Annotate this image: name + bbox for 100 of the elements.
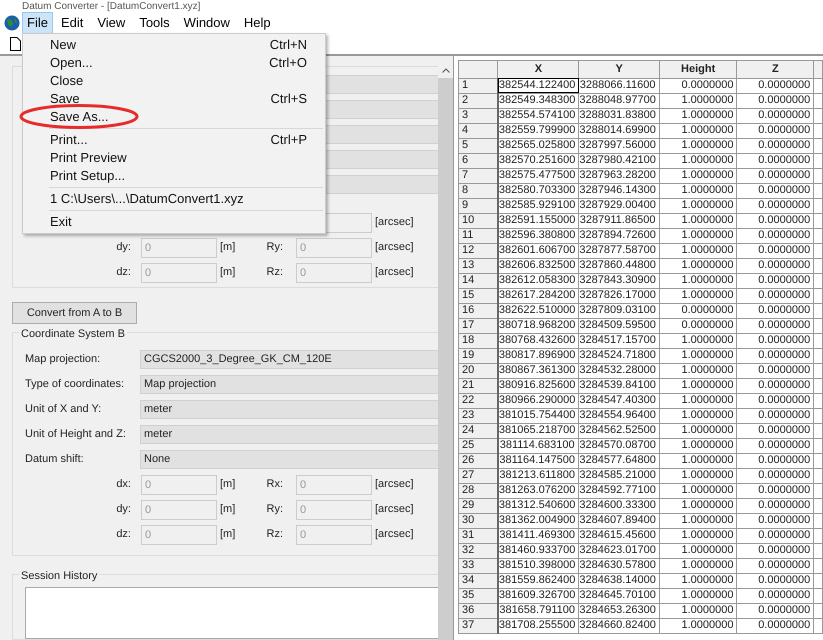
table-cell: 1.0000000 bbox=[659, 153, 737, 168]
row-header[interactable]: 30 bbox=[458, 513, 498, 528]
row-header[interactable]: 13 bbox=[458, 258, 498, 273]
row-header[interactable]: 27 bbox=[458, 468, 498, 483]
row-header[interactable]: 6 bbox=[458, 153, 498, 168]
table-cell: 3284630.57800 bbox=[578, 558, 660, 573]
menu-entry[interactable]: Print Preview bbox=[23, 149, 325, 167]
table-cell: 380916.825600 bbox=[498, 378, 579, 393]
row-header[interactable]: 24 bbox=[458, 423, 498, 438]
table-cell: 0.0000000 bbox=[736, 153, 814, 168]
row-header[interactable]: 10 bbox=[458, 213, 498, 228]
column-header[interactable]: X bbox=[498, 60, 579, 78]
table-cell: 0.0000000 bbox=[736, 483, 814, 498]
table-cell: 3287843.30900 bbox=[578, 273, 660, 288]
row-header[interactable]: 14 bbox=[458, 273, 498, 288]
menu-entry[interactable]: Save As... bbox=[23, 108, 325, 126]
row-header[interactable]: 4 bbox=[458, 123, 498, 138]
column-header[interactable]: Y bbox=[578, 60, 660, 78]
row-header[interactable]: 37 bbox=[458, 618, 498, 633]
table-cell: 3284600.33300 bbox=[578, 498, 660, 513]
table-cell: 1.0000000 bbox=[659, 483, 737, 498]
menu-entry[interactable]: Save Ctrl+S bbox=[23, 90, 325, 108]
menu-item[interactable]: Tools bbox=[133, 12, 176, 34]
row-header[interactable]: 26 bbox=[458, 453, 498, 468]
row-header[interactable]: 19 bbox=[458, 348, 498, 363]
table-cell: 3284547.40300 bbox=[578, 393, 660, 408]
row-header[interactable]: 25 bbox=[458, 438, 498, 453]
row-header[interactable]: 11 bbox=[458, 228, 498, 243]
row-header[interactable]: 23 bbox=[458, 408, 498, 423]
row-header[interactable]: 32 bbox=[458, 543, 498, 558]
field-label: Unit of Height and Z: bbox=[24, 427, 127, 442]
table-cell: 1.0000000 bbox=[659, 588, 737, 603]
table-cell: 1.0000000 bbox=[659, 213, 737, 228]
scroll-up-icon[interactable] bbox=[442, 68, 450, 72]
table-cell: 0.0000000 bbox=[736, 378, 814, 393]
menu-entry[interactable]: Exit bbox=[23, 213, 325, 231]
menu-item[interactable]: Help bbox=[238, 12, 277, 34]
row-header[interactable]: 34 bbox=[458, 573, 498, 588]
menu-entry[interactable]: 1 C:\Users\...\DatumConvert1.xyz bbox=[23, 190, 325, 208]
table-cell: 0.0000000 bbox=[736, 93, 814, 108]
dropdown-field[interactable]: meter bbox=[140, 400, 438, 419]
row-header[interactable]: 12 bbox=[458, 243, 498, 258]
unit-label: [m] bbox=[220, 528, 236, 540]
row-header[interactable]: 15 bbox=[458, 288, 498, 303]
convert-button[interactable]: Convert from A to B bbox=[12, 302, 137, 324]
table-cell: 382606.832500 bbox=[498, 258, 579, 273]
row-header[interactable]: 33 bbox=[458, 558, 498, 573]
column-header[interactable]: Z bbox=[736, 60, 814, 78]
unit-label: [arcsec] bbox=[374, 527, 414, 542]
menu-entry[interactable]: Close bbox=[23, 72, 325, 90]
table-cell: 381411.469300 bbox=[498, 528, 579, 543]
table-cell: 3284607.89400 bbox=[578, 513, 660, 528]
row-header[interactable]: 16 bbox=[458, 303, 498, 318]
row-header[interactable]: 36 bbox=[458, 603, 498, 618]
table-cell: 0.0000000 bbox=[659, 78, 737, 93]
table-cell: 380718.968200 bbox=[498, 318, 579, 333]
menu-entry[interactable]: New Ctrl+N bbox=[23, 36, 325, 54]
row-header[interactable]: 17 bbox=[458, 318, 498, 333]
menu-item[interactable]: Window bbox=[178, 12, 236, 34]
table-cell: 381114.683100 bbox=[498, 438, 579, 453]
row-header[interactable]: 20 bbox=[458, 363, 498, 378]
menu-entry[interactable]: Print Setup... bbox=[23, 167, 325, 185]
table-cell: 1.0000000 bbox=[659, 183, 737, 198]
table-cell: 3284524.71800 bbox=[578, 348, 660, 363]
table-cell: 0.0000000 bbox=[736, 273, 814, 288]
row-header[interactable]: 3 bbox=[458, 108, 498, 123]
table-cell: 3284570.08700 bbox=[578, 438, 660, 453]
menu-entry[interactable]: Print... Ctrl+P bbox=[23, 131, 325, 149]
table-cell: 0.0000000 bbox=[736, 318, 814, 333]
table-cell: 0.0000000 bbox=[736, 183, 814, 198]
unit-label: [m] bbox=[220, 241, 236, 254]
dropdown-field[interactable]: CGCS2000_3_Degree_GK_CM_120E bbox=[140, 350, 438, 369]
row-header[interactable]: 9 bbox=[458, 198, 498, 213]
dropdown-field[interactable]: None bbox=[140, 450, 438, 469]
row-header[interactable]: 5 bbox=[458, 138, 498, 153]
menu-entry[interactable]: Open... Ctrl+O bbox=[23, 54, 325, 72]
menu-item[interactable]: Edit bbox=[54, 12, 90, 34]
table-cell: 0.0000000 bbox=[736, 198, 814, 213]
scrollbar[interactable] bbox=[438, 62, 453, 640]
row-header[interactable]: 22 bbox=[458, 393, 498, 408]
dropdown-field[interactable]: Map projection bbox=[140, 375, 438, 394]
menu-item[interactable]: File bbox=[22, 12, 53, 34]
table-cell: 380867.361300 bbox=[498, 363, 579, 378]
row-header[interactable]: 35 bbox=[458, 588, 498, 603]
row-header[interactable]: 2 bbox=[458, 93, 498, 108]
row-header[interactable]: 31 bbox=[458, 528, 498, 543]
row-header[interactable]: 7 bbox=[458, 168, 498, 183]
dropdown-field[interactable]: meter bbox=[140, 425, 438, 444]
menu-item[interactable]: View bbox=[91, 12, 132, 34]
row-header[interactable]: 21 bbox=[458, 378, 498, 393]
table-cell: 0.0000000 bbox=[736, 423, 814, 438]
row-header[interactable]: 29 bbox=[458, 498, 498, 513]
row-header[interactable]: 18 bbox=[458, 333, 498, 348]
row-header[interactable]: 8 bbox=[458, 183, 498, 198]
row-header[interactable]: 1 bbox=[458, 78, 498, 93]
table-cell: 380768.432600 bbox=[498, 333, 579, 348]
table-cell: 3284562.52500 bbox=[578, 423, 660, 438]
history-text-area[interactable] bbox=[25, 587, 438, 639]
column-header[interactable]: Height bbox=[659, 60, 737, 78]
row-header[interactable]: 28 bbox=[458, 483, 498, 498]
